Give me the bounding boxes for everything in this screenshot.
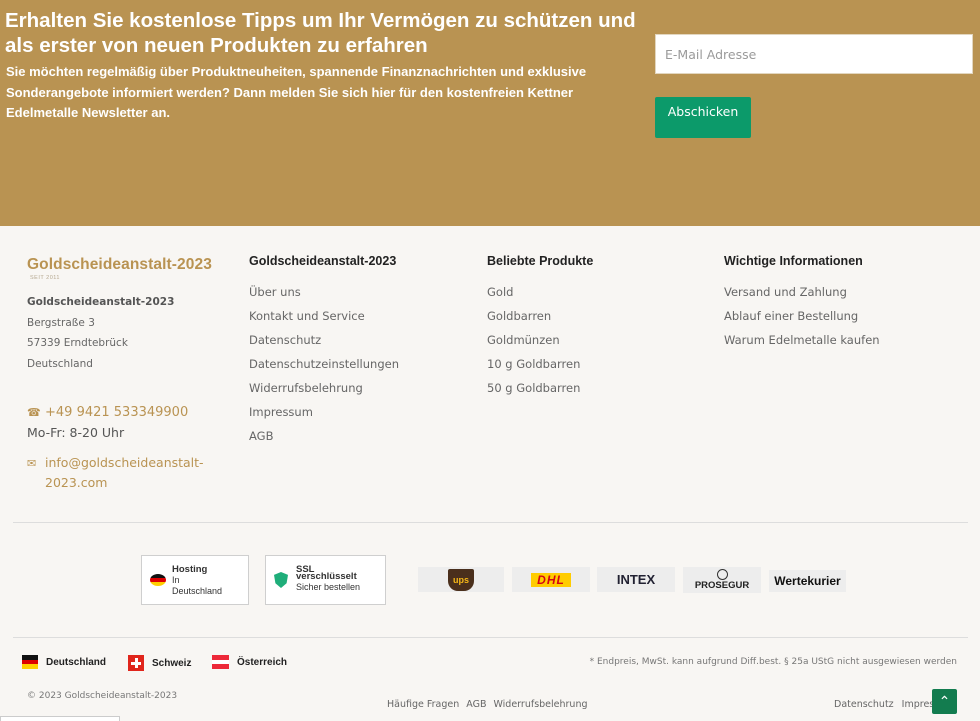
company-address: Goldscheideanstalt-2023 Bergstraße 3 573… (27, 292, 174, 374)
footer-column-info: Wichtige Informationen Versand und Zahlu… (724, 254, 880, 352)
country-label: Deutschland (46, 656, 107, 668)
cookie-tab[interactable] (0, 716, 120, 721)
logo-name: Goldscheideanstalt-2023 (27, 256, 212, 273)
footer-link-datenschutz[interactable]: Datenschutz (249, 328, 399, 352)
country-label: Österreich (237, 656, 288, 668)
bottom-link-widerruf[interactable]: Widerrufsbelehrung (493, 699, 587, 710)
ups-logo: ups (418, 567, 504, 592)
bottom-link-datenschutz[interactable]: Datenschutz (834, 699, 894, 710)
prosegur-logo-text: PROSEGUR (694, 580, 750, 591)
germany-flag-icon (150, 574, 166, 586)
newsletter-section: Erhalten Sie kostenlose Tipps um Ihr Ver… (0, 0, 980, 226)
wertekurier-logo-text: Wertekurier (774, 574, 841, 588)
column-title: Goldscheideanstalt-2023 (249, 254, 397, 268)
opening-hours: Mo-Fr: 8-20 Uhr (27, 425, 125, 440)
chevron-up-icon: ⌃ (938, 693, 951, 709)
address-country: Deutschland (27, 357, 93, 370)
column-title: Wichtige Informationen (724, 254, 863, 268)
price-disclaimer: * Endpreis, MwSt. kann aufgrund Diff.bes… (589, 657, 957, 667)
dhl-logo-text: DHL (531, 572, 571, 587)
switzerland-flag-icon (128, 655, 144, 671)
footer-column-company: Goldscheideanstalt-2023 Über uns Kontakt… (249, 254, 399, 448)
address-street: Bergstraße 3 (27, 316, 95, 329)
intex-logo-text: INTEX (616, 572, 656, 587)
dhl-logo: DHL (512, 567, 590, 592)
newsletter-text: Sie möchten regelmäßig über Produktneuhe… (6, 64, 587, 120)
hosting-title: Hosting (172, 563, 208, 575)
prosegur-globe-icon (716, 569, 728, 580)
country-austria[interactable]: Österreich (212, 655, 288, 670)
intex-logo: INTEX (597, 567, 675, 592)
address-city: 57339 Erndtebrück (27, 337, 128, 349)
footer-link-warum[interactable]: Warum Edelmetalle kaufen (724, 328, 880, 352)
wertekurier-logo: Wertekurier (769, 570, 846, 592)
footer-link-kontakt[interactable]: Kontakt und Service (249, 304, 399, 328)
logo-sub: SEIT 2011 (30, 275, 60, 281)
footer-link-10g[interactable]: 10 g Goldbarren (487, 352, 593, 376)
email-input[interactable] (655, 34, 973, 74)
footer-link-datenschutzeinstellungen[interactable]: Datenschutzeinstellungen (249, 352, 399, 376)
footer-link-versand[interactable]: Versand und Zahlung (724, 280, 880, 304)
austria-flag-icon (212, 655, 229, 670)
company-name: Goldscheideanstalt-2023 (27, 296, 175, 308)
footer-link-widerruf[interactable]: Widerrufsbelehrung (249, 376, 399, 400)
copyright: © 2023 Goldscheideanstalt-2023 (27, 691, 178, 701)
footer-link-50g[interactable]: 50 g Goldbarren (487, 376, 593, 400)
country-germany[interactable]: Deutschland (22, 655, 107, 670)
hosting-line2: Deutschland (172, 585, 223, 596)
germany-flag-icon (22, 655, 38, 670)
ups-logo-text: ups (448, 568, 474, 591)
bottom-links: Häufige Fragen AGB Widerrufsbelehrung (387, 699, 588, 710)
prosegur-logo: PROSEGUR (683, 567, 761, 593)
phone-number: +49 9421 533349900 (45, 405, 189, 420)
footer-link-gold[interactable]: Gold (487, 280, 593, 304)
divider (13, 522, 968, 523)
submit-button[interactable]: Abschicken (655, 97, 751, 138)
ssl-line2: Sicher bestellen (296, 581, 361, 592)
ssl-line1: verschlüsselt (296, 570, 357, 582)
phone-link[interactable]: ☎ +49 9421 533349900 (27, 405, 188, 420)
footer-column-products: Beliebte Produkte Gold Goldbarren Goldmü… (487, 254, 593, 400)
site-logo[interactable]: Goldscheideanstalt-2023 SEIT 2011 (27, 256, 212, 281)
scroll-to-top-button[interactable]: ⌃ (932, 689, 957, 714)
hosting-badge: Hosting In Deutschland (141, 555, 249, 605)
country-switzerland[interactable]: Schweiz (128, 655, 191, 671)
footer-link-goldbarren[interactable]: Goldbarren (487, 304, 593, 328)
phone-icon: ☎ (27, 406, 41, 419)
email-address: info@goldscheideanstalt-2023.com (45, 455, 204, 490)
hosting-line1: In (172, 574, 180, 585)
footer-link-ueber-uns[interactable]: Über uns (249, 280, 399, 304)
footer-link-impressum[interactable]: Impressum (249, 400, 399, 424)
ssl-badge: SSL verschlüsselt Sicher bestellen (265, 555, 386, 605)
envelope-icon: ✉ (27, 457, 37, 470)
footer-link-agb[interactable]: AGB (249, 424, 399, 448)
bottom-link-faq[interactable]: Häufige Fragen (387, 699, 459, 710)
bottom-right-links: Datenschutz Impressum (834, 699, 934, 710)
column-title: Beliebte Produkte (487, 254, 594, 268)
shield-icon (274, 572, 288, 588)
bottom-link-agb[interactable]: AGB (466, 699, 486, 710)
footer-link-goldmuenzen[interactable]: Goldmünzen (487, 328, 593, 352)
footer-link-ablauf[interactable]: Ablauf einer Bestellung (724, 304, 880, 328)
newsletter-title: Erhalten Sie kostenlose Tipps um Ihr Ver… (5, 9, 636, 57)
divider (13, 637, 968, 638)
email-link[interactable]: ✉ info@goldscheideanstalt-2023.com (27, 453, 215, 493)
bottom-link-impressum[interactable]: Impressum (902, 699, 934, 710)
country-label: Schweiz (152, 657, 192, 669)
